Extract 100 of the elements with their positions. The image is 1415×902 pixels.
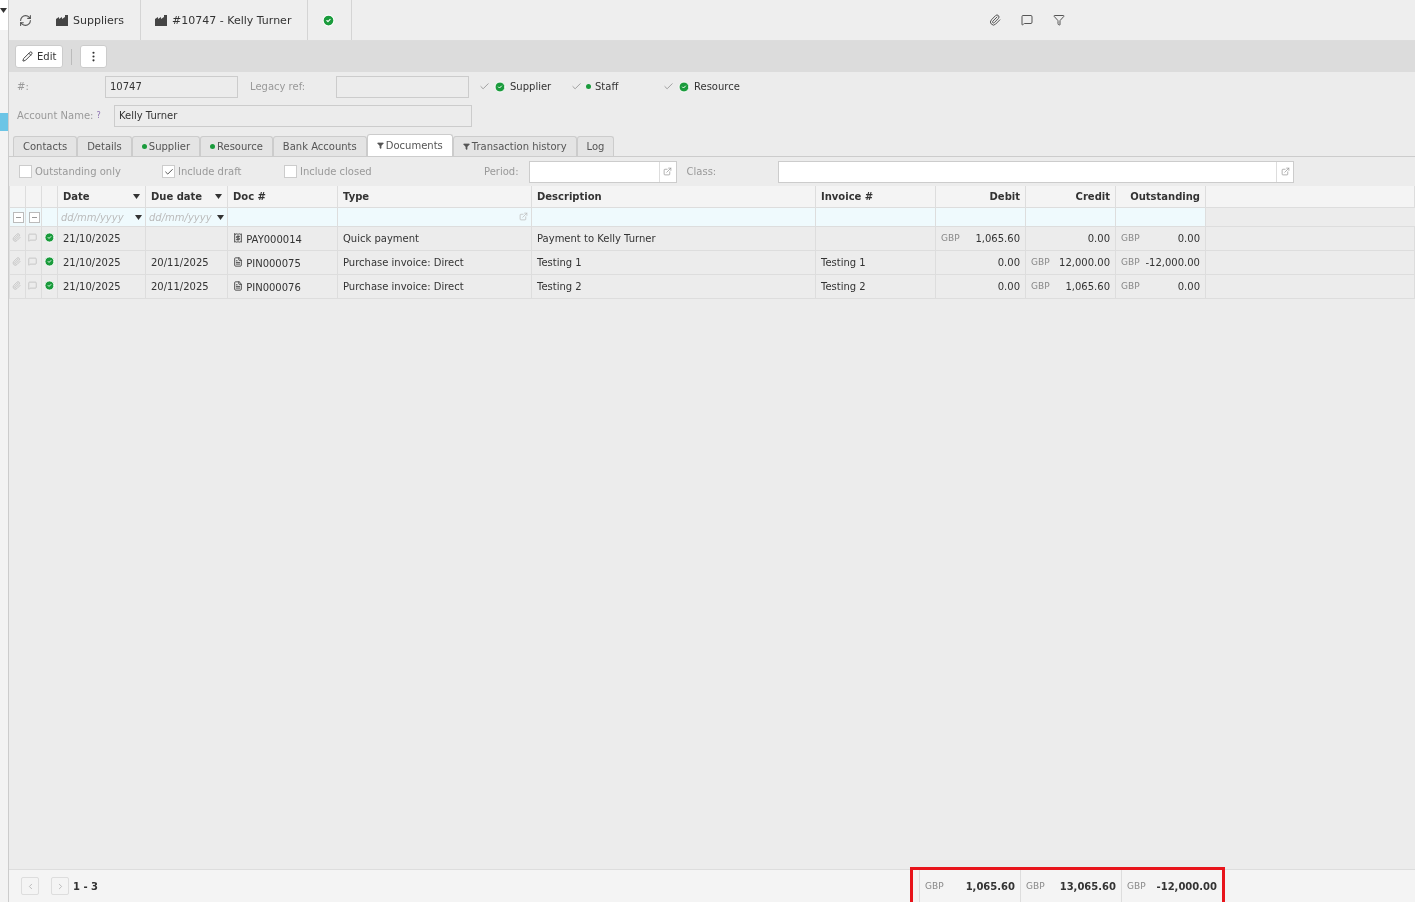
collapse-icon[interactable] (13, 211, 24, 223)
column-header[interactable]: Type (343, 191, 370, 202)
factory-icon (155, 14, 168, 26)
caret-icon[interactable] (133, 194, 140, 199)
amount-cell: GBP 0.00 (1115, 274, 1206, 299)
caret-icon[interactable] (215, 194, 222, 199)
checkbox[interactable] (162, 165, 175, 178)
help-mark[interactable]: ? (96, 111, 101, 120)
checkbox[interactable] (19, 165, 32, 178)
breadcrumb[interactable]: Suppliers (42, 0, 142, 40)
comment-icon[interactable] (1021, 14, 1033, 26)
legacy-ref-field[interactable] (336, 75, 469, 98)
table-cell: 21/10/2025 (57, 226, 146, 251)
table-cell: 20/11/2025 (145, 250, 228, 275)
check-circle-icon (494, 80, 506, 93)
table-cell: Testing 1 (815, 250, 936, 275)
amount-cell: GBP 0.00 (1115, 226, 1206, 251)
document-icon (233, 280, 243, 291)
refresh-icon[interactable] (19, 13, 32, 27)
number-field[interactable]: 10747 (105, 75, 238, 98)
table-cell: Payment to Kelly Turner (531, 226, 816, 251)
paperclip-icon[interactable] (989, 14, 1001, 26)
pencil-icon (22, 51, 33, 62)
table-cell: Testing 1 (531, 250, 816, 275)
field-label: #: (17, 81, 30, 92)
amount-cell: GBP -12,000.00 (1115, 250, 1206, 275)
table-cell: Purchase invoice: Direct (337, 250, 532, 275)
checkbox[interactable] (479, 81, 490, 92)
tab[interactable]: Documents (366, 134, 453, 156)
check-circle-icon (44, 232, 55, 243)
checkbox-label: Resource (694, 81, 740, 92)
table-cell: 21/10/2025 (57, 274, 146, 299)
page-range: 1 - 3 (73, 880, 99, 892)
paperclip-icon[interactable] (12, 281, 21, 290)
next-button[interactable] (51, 877, 69, 895)
document-icon (233, 256, 243, 267)
filter-icon[interactable] (1053, 14, 1065, 26)
caret-icon[interactable] (135, 214, 142, 220)
amount-cell: GBP 1,065.60 (1025, 274, 1116, 299)
table-cell: Testing 2 (531, 274, 816, 299)
checkbox-label: Outstanding only (35, 166, 121, 177)
amount-cell: 0.00 (935, 250, 1026, 275)
tab[interactable]: Transaction history (452, 136, 577, 156)
receipt-icon (233, 232, 243, 243)
column-header[interactable]: Description (537, 191, 602, 202)
check-icon (163, 166, 174, 177)
status-dot (586, 84, 591, 89)
table-cell: 21/10/2025 (57, 250, 146, 275)
breadcrumb[interactable]: #10747 - Kelly Turner (141, 0, 309, 40)
column-header[interactable]: Debit (989, 191, 1020, 202)
amount-cell: GBP 1,065.60 (935, 226, 1026, 251)
tab[interactable]: Contacts (13, 136, 78, 156)
table-cell: Purchase invoice: Direct (337, 274, 532, 299)
total-amount: GBP 1,065.60 (919, 870, 1020, 902)
checkbox-label: Staff (595, 81, 619, 92)
tab[interactable]: Details (77, 136, 132, 156)
open-icon[interactable] (1280, 167, 1290, 176)
tab[interactable]: Log (576, 136, 615, 156)
field-label: Period: (484, 166, 519, 177)
tab[interactable]: Resource (200, 136, 273, 156)
check-circle-icon (678, 80, 690, 93)
column-header[interactable]: Doc # (233, 191, 266, 202)
checkbox-label: Include draft (178, 166, 242, 177)
total-amount: GBP 13,065.60 (1020, 870, 1121, 902)
status-icon (322, 13, 336, 27)
open-icon[interactable] (663, 167, 673, 176)
tab[interactable]: Bank Accounts (272, 136, 367, 156)
caret-icon[interactable] (217, 214, 224, 220)
check-circle-icon (44, 280, 55, 291)
tab[interactable]: Supplier (131, 136, 200, 156)
total-amount: GBP -12,000.00 (1121, 870, 1222, 902)
field-label: Legacy ref: (250, 81, 307, 92)
checkbox[interactable] (571, 81, 582, 92)
caret-icon[interactable] (0, 8, 7, 13)
filter-icon (376, 142, 384, 149)
table-cell: Testing 2 (815, 274, 936, 299)
account-name-field[interactable]: Kelly Turner (114, 104, 472, 127)
table-cell: 20/11/2025 (145, 274, 228, 299)
field-label: Account Name: (17, 110, 94, 121)
amount-cell: 0.00 (935, 274, 1026, 299)
column-header[interactable]: Credit (1075, 191, 1110, 202)
period-field[interactable] (528, 160, 677, 183)
check-circle-icon (44, 256, 55, 267)
checkbox[interactable] (663, 81, 674, 92)
field-label: Class: (686, 166, 717, 177)
amount-cell: 0.00 (1025, 226, 1116, 251)
table-cell: Quick payment (337, 226, 532, 251)
collapse-icon[interactable] (29, 211, 40, 223)
previous-button[interactable] (21, 877, 39, 895)
checkbox-label: Include closed (300, 166, 372, 177)
paperclip-icon[interactable] (12, 233, 21, 242)
factory-icon (56, 14, 68, 26)
edit-button[interactable]: Edit (15, 45, 64, 68)
class-field[interactable] (778, 160, 1295, 183)
paperclip-icon[interactable] (12, 257, 21, 266)
column-header[interactable]: Date (63, 191, 90, 202)
open-icon[interactable] (519, 211, 528, 221)
more-button[interactable] (80, 45, 108, 68)
checkbox[interactable] (284, 165, 297, 178)
filter-icon (462, 143, 470, 150)
